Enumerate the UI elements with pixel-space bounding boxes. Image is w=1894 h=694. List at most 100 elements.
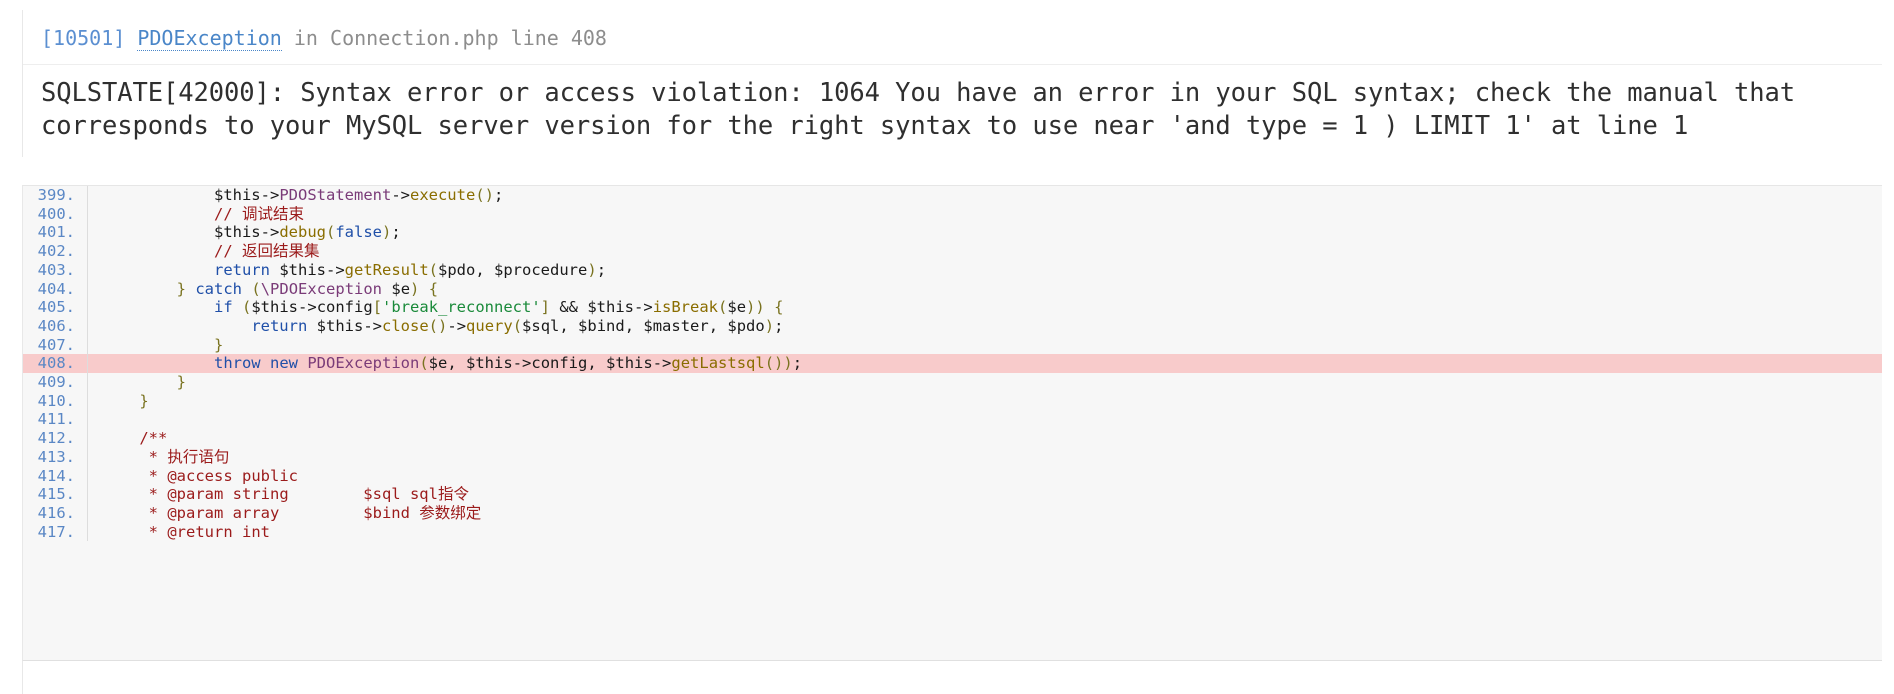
code-token: && <box>550 298 588 317</box>
line-code: } catch (\PDOException $e) { <box>88 280 1883 299</box>
code-token: if <box>213 298 233 317</box>
line-number: 417. <box>23 522 88 542</box>
code-token: ] <box>540 298 551 317</box>
code-token: isBreak <box>652 298 719 317</box>
code-token: /** <box>139 429 168 448</box>
code-token: $this <box>587 298 635 317</box>
code-token: getResult <box>344 260 429 279</box>
source-line: 402. // 返回结果集 <box>23 242 1882 261</box>
source-line: 414. * @access public <box>23 466 1882 486</box>
code-token: // 返回结果集 <box>213 242 320 261</box>
source-line-highlighted: 408. throw new PDOException($e, $this->c… <box>23 354 1882 374</box>
code-token: -> <box>652 354 672 373</box>
code-token: PDOException <box>307 354 420 373</box>
source-line: 403. return $this->getResult($pdo, $proc… <box>23 260 1883 280</box>
code-token: } <box>139 391 149 410</box>
code-token: ; <box>596 260 607 279</box>
code-token: , <box>559 316 579 335</box>
code-token: { <box>774 298 784 317</box>
code-token: ( <box>428 260 439 279</box>
line-code: return $this->getResult($pdo, $procedure… <box>88 261 1883 280</box>
code-token: throw <box>213 354 261 373</box>
line-code: * @param array $bind 参数绑定 <box>88 504 1883 523</box>
source-line: 406. return $this->close()->query($sql, … <box>23 316 1882 336</box>
exception-file-location: Connection.php line 408 <box>330 26 607 50</box>
source-code-body: 399. $this->PDOStatement->execute(); 400.… <box>23 186 1883 542</box>
exception-header: [10501] PDOException in Connection.php l… <box>23 10 1882 65</box>
line-code: } <box>88 373 1883 392</box>
source-line: 400. // 调试结束 <box>23 204 1882 224</box>
code-token: -> <box>447 316 467 335</box>
code-token: -> <box>326 260 345 279</box>
code-token: $pdo <box>438 260 476 279</box>
code-token: $e <box>391 279 411 298</box>
code-token: $this <box>606 354 653 373</box>
exception-class-link[interactable]: PDOException <box>137 26 282 51</box>
code-token: ( <box>512 316 523 335</box>
code-token: $procedure <box>494 260 588 279</box>
source-line: 410. } <box>23 391 1882 411</box>
line-code: if ($this->config['break_reconnect'] && … <box>88 298 1883 317</box>
code-token: ( <box>242 298 252 317</box>
code-token: , <box>624 316 644 335</box>
code-token: ) <box>484 186 494 204</box>
code-token: catch <box>195 279 243 298</box>
code-token: -> <box>363 316 382 335</box>
line-code <box>88 410 1883 429</box>
code-token: * @param array $bind 参数绑定 <box>148 503 482 522</box>
code-token: * @access public <box>148 466 298 485</box>
code-token: $this <box>213 223 261 242</box>
source-line: 401. $this->debug(false); <box>23 223 1882 243</box>
code-token: ) <box>764 316 775 335</box>
code-token: ( <box>251 279 261 298</box>
code-token: // 调试结束 <box>213 204 304 223</box>
source-line: 404. } catch (\PDOException $e) { <box>23 279 1883 299</box>
exception-preposition: in <box>293 26 318 50</box>
source-code-block[interactable]: 399. $this->PDOStatement->execute(); 400.… <box>22 185 1882 661</box>
exception-panel: [10501] PDOException in Connection.php l… <box>22 10 1882 158</box>
code-token: getLastsql <box>671 354 765 373</box>
code-token: 'break_reconnect' <box>382 298 541 317</box>
code-token: config <box>531 354 588 373</box>
line-number: 416. <box>23 503 88 523</box>
code-token: -> <box>260 223 280 242</box>
line-number: 412. <box>23 429 88 448</box>
code-token: [ <box>372 298 383 317</box>
line-code: } <box>88 336 1883 355</box>
exception-code: [10501] <box>41 26 126 50</box>
line-number: 413. <box>23 447 88 467</box>
code-token: ; <box>792 354 803 373</box>
source-line: 417. * @return int <box>23 522 1882 542</box>
code-token: ) <box>755 298 765 317</box>
code-token: $this <box>466 354 513 373</box>
code-token: return <box>251 316 308 335</box>
code-token: -> <box>512 354 532 373</box>
code-token: $bind <box>578 316 625 335</box>
line-code: // 返回结果集 <box>88 242 1883 261</box>
line-number: 400. <box>23 204 88 224</box>
line-number: 407. <box>23 335 88 355</box>
code-token: execute <box>409 186 476 204</box>
code-token: ) <box>382 223 392 242</box>
code-token: $e <box>428 354 448 373</box>
code-token: return <box>213 260 270 279</box>
code-token: ) <box>783 354 793 373</box>
